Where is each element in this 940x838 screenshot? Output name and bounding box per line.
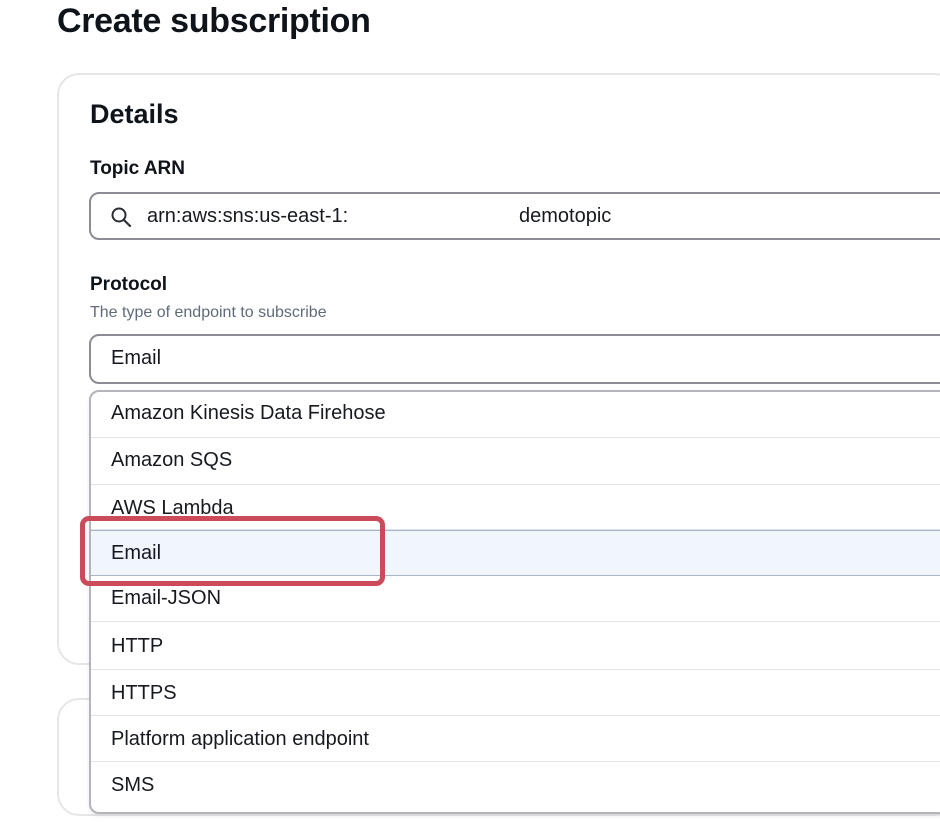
protocol-select[interactable]: Email <box>89 334 940 384</box>
details-heading: Details <box>90 99 179 129</box>
option-platform-application-endpoint[interactable]: Platform application endpoint <box>91 716 940 762</box>
protocol-label: Protocol <box>90 274 168 295</box>
protocol-description: The type of endpoint to subscribe <box>90 304 327 321</box>
option-amazon-sqs[interactable]: Amazon SQS <box>91 438 940 485</box>
topic-arn-topic-name: demotopic <box>519 205 612 227</box>
topic-arn-prefix: arn:aws:sns:us-east-1: <box>147 205 349 227</box>
protocol-selected-value: Email <box>111 347 162 369</box>
option-http[interactable]: HTTP <box>91 622 940 670</box>
option-sms[interactable]: SMS <box>91 762 940 812</box>
email-highlight-box <box>80 516 385 586</box>
option-amazon-kinesis-data-firehose[interactable]: Amazon Kinesis Data Firehose <box>91 392 940 438</box>
topic-arn-label: Topic ARN <box>90 158 185 179</box>
search-icon <box>111 207 132 228</box>
protocol-dropdown-list: Amazon Kinesis Data Firehose Amazon SQS … <box>89 390 940 814</box>
topic-arn-input[interactable]: arn:aws:sns:us-east-1: demotopic <box>89 192 940 240</box>
option-https[interactable]: HTTPS <box>91 670 940 716</box>
page-title: Create subscription <box>57 2 371 40</box>
